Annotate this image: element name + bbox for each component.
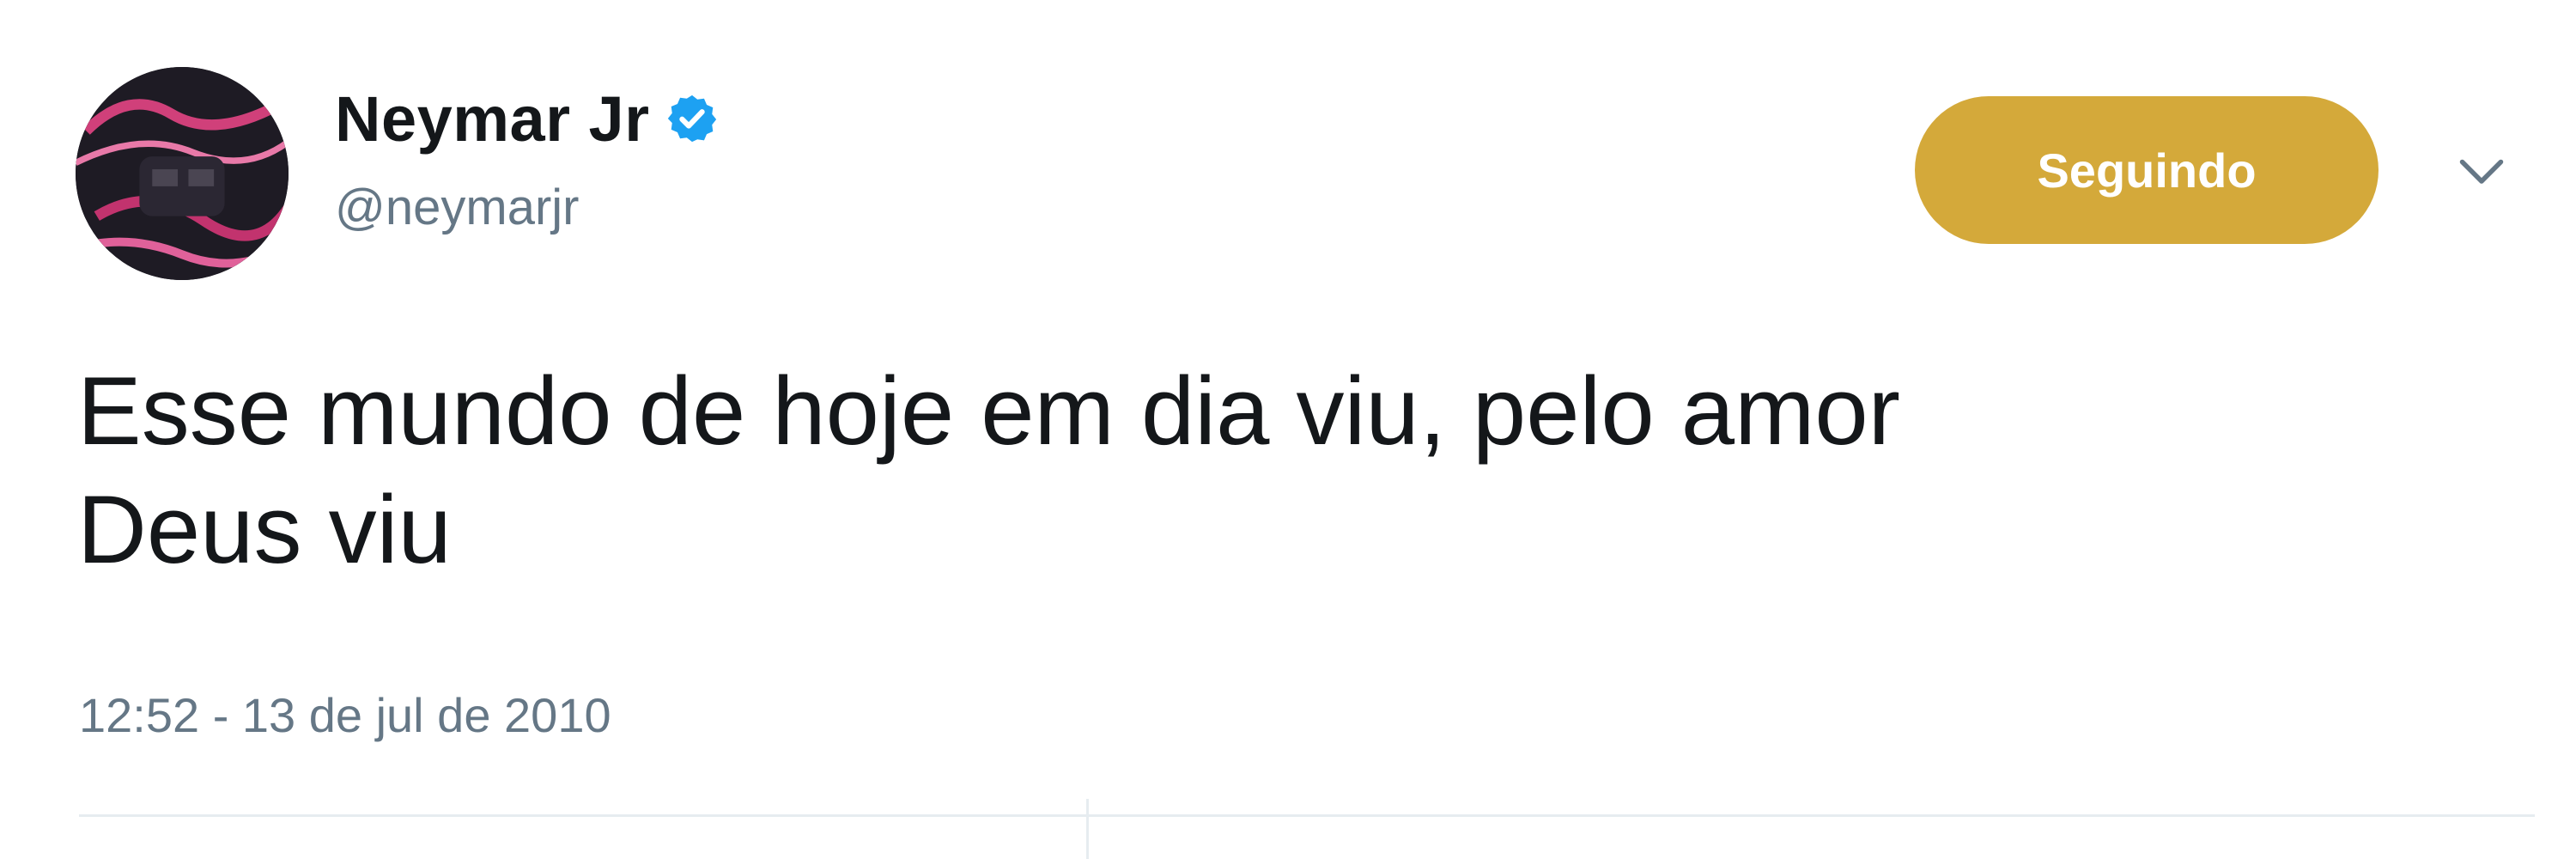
author-handle[interactable]: @neymarjr [335, 179, 579, 236]
verified-badge-icon [667, 94, 716, 143]
chevron-down-icon[interactable] [2456, 151, 2507, 194]
following-button[interactable]: Seguindo [1915, 96, 2379, 244]
author-name-row: Neymar Jr [335, 76, 719, 161]
profile-avatar[interactable] [76, 67, 289, 280]
divider [79, 814, 2535, 817]
tweet-text: Esse mundo de hoje em dia viu, pelo amor… [77, 357, 1900, 583]
avatar-image [76, 67, 289, 280]
tweet-timestamp[interactable]: 12:52 - 13 de jul de 2010 [79, 687, 611, 743]
divider-vertical [1086, 799, 1089, 859]
tweet-card: Neymar Jr @neymarjr Seguindo Esse mundo … [0, 0, 2576, 859]
display-name[interactable]: Neymar Jr [335, 82, 650, 155]
